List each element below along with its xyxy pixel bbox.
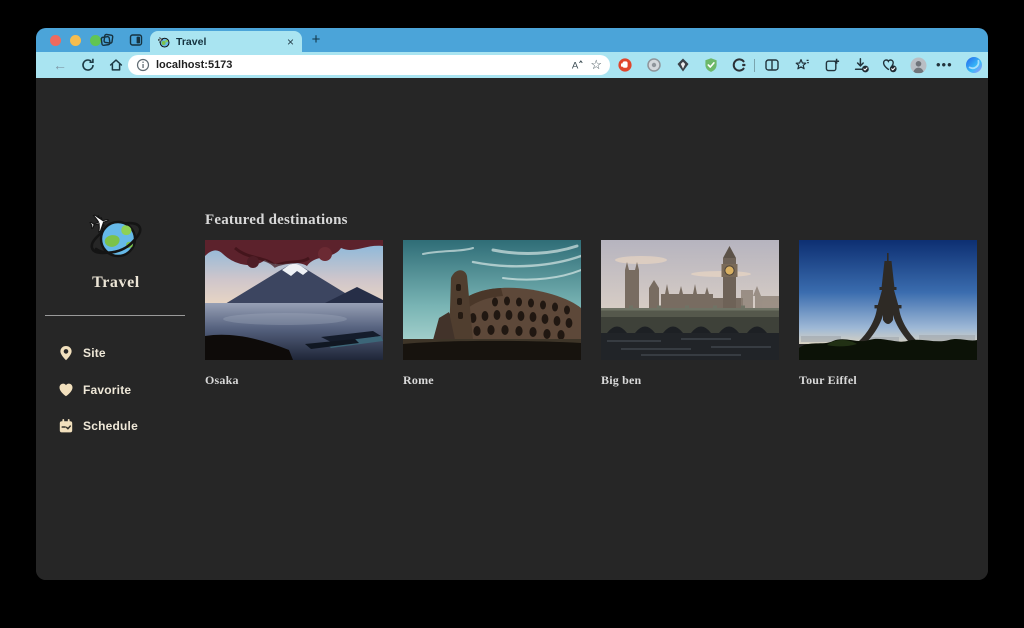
destination-name: Tour Eiffel [799, 373, 857, 387]
tab-travel[interactable]: ✈ Travel × [150, 31, 302, 52]
travel-logo-globe-plane-icon: ✈ [88, 208, 142, 258]
c-ring-extension-icon[interactable] [731, 57, 747, 73]
destination-name: Rome [403, 373, 434, 387]
destination-card-big-ben[interactable]: Big ben [601, 240, 779, 388]
site-info-icon[interactable] [136, 58, 150, 72]
navigation-toolbar: ← localhost:5173 A ☆ ••• [36, 52, 988, 78]
more-menu-button[interactable]: ••• [936, 57, 958, 73]
close-tab-icon[interactable]: × [287, 36, 294, 48]
svg-text:A: A [572, 61, 579, 72]
destination-name: Big ben [601, 373, 642, 387]
refresh-button[interactable] [80, 57, 96, 73]
sparkle-star-icon[interactable] [794, 57, 810, 73]
destination-name: Osaka [205, 373, 239, 387]
destination-image-tour-eiffel [799, 240, 977, 360]
collections-icon[interactable] [824, 57, 840, 73]
travel-app-page: ✈ Travel Site Favorite Schedule Featured… [36, 78, 988, 580]
featured-destinations-heading: Featured destinations [205, 212, 348, 228]
url-text: localhost:5173 [156, 59, 233, 71]
tab-title: Travel [176, 35, 207, 48]
browser-essentials-icon[interactable] [881, 57, 897, 73]
heart-icon [59, 383, 73, 397]
profile-avatar[interactable] [910, 57, 927, 74]
destination-image-rome [403, 240, 581, 360]
minimize-window-button[interactable] [70, 35, 81, 46]
sidebar-item-label: Site [83, 346, 106, 360]
gray-circle-extension-icon[interactable] [646, 57, 662, 73]
favorite-star-icon[interactable]: ☆ [590, 58, 602, 72]
calendar-check-icon [59, 419, 73, 433]
split-screen-icon[interactable] [764, 57, 780, 73]
sidebar-divider [45, 315, 185, 316]
tab-favicon-globe-plane: ✈ [158, 36, 170, 47]
address-bar[interactable]: localhost:5173 A ☆ [128, 55, 610, 75]
sidebar-item-schedule[interactable]: Schedule [58, 417, 188, 435]
tab-strip: ✈ Travel × + [36, 28, 988, 52]
destination-card-osaka[interactable]: Osaka [205, 240, 383, 388]
svg-text:✈: ✈ [158, 36, 164, 44]
sidebar-item-favorite[interactable]: Favorite [58, 381, 188, 399]
back-button[interactable]: ← [52, 57, 68, 73]
sidebar-item-site[interactable]: Site [58, 344, 188, 362]
destination-image-osaka [205, 240, 383, 360]
copilot-icon[interactable] [965, 56, 983, 74]
app-title: Travel [92, 274, 140, 291]
destination-image-big-ben [601, 240, 779, 360]
close-window-button[interactable] [50, 35, 61, 46]
traffic-lights [50, 35, 101, 46]
location-pin-icon [60, 346, 72, 361]
sidebar-item-label: Favorite [83, 383, 132, 397]
green-shield-extension-icon[interactable] [703, 57, 719, 73]
new-tab-button[interactable]: + [306, 30, 326, 50]
browser-window: ✈ Travel × + ← localhost:5173 A ☆ ••• ✈ … [36, 28, 988, 580]
home-button[interactable] [108, 57, 124, 73]
destination-card-tour-eiffel[interactable]: Tour Eiffel [799, 240, 977, 388]
workspaces-icon[interactable] [98, 32, 114, 48]
toolbar-divider [754, 59, 755, 72]
read-aloud-icon[interactable]: A [570, 58, 584, 72]
sidebar-item-label: Schedule [83, 419, 138, 433]
kite-extension-icon[interactable] [675, 57, 691, 73]
tab-actions-icon[interactable] [128, 32, 144, 48]
destination-card-rome[interactable]: Rome [403, 240, 581, 388]
downloads-icon[interactable] [853, 57, 869, 73]
red-extension-icon[interactable] [617, 57, 633, 73]
screenshot-stage: ✈ Travel × + ← localhost:5173 A ☆ ••• ✈ … [0, 0, 1024, 628]
